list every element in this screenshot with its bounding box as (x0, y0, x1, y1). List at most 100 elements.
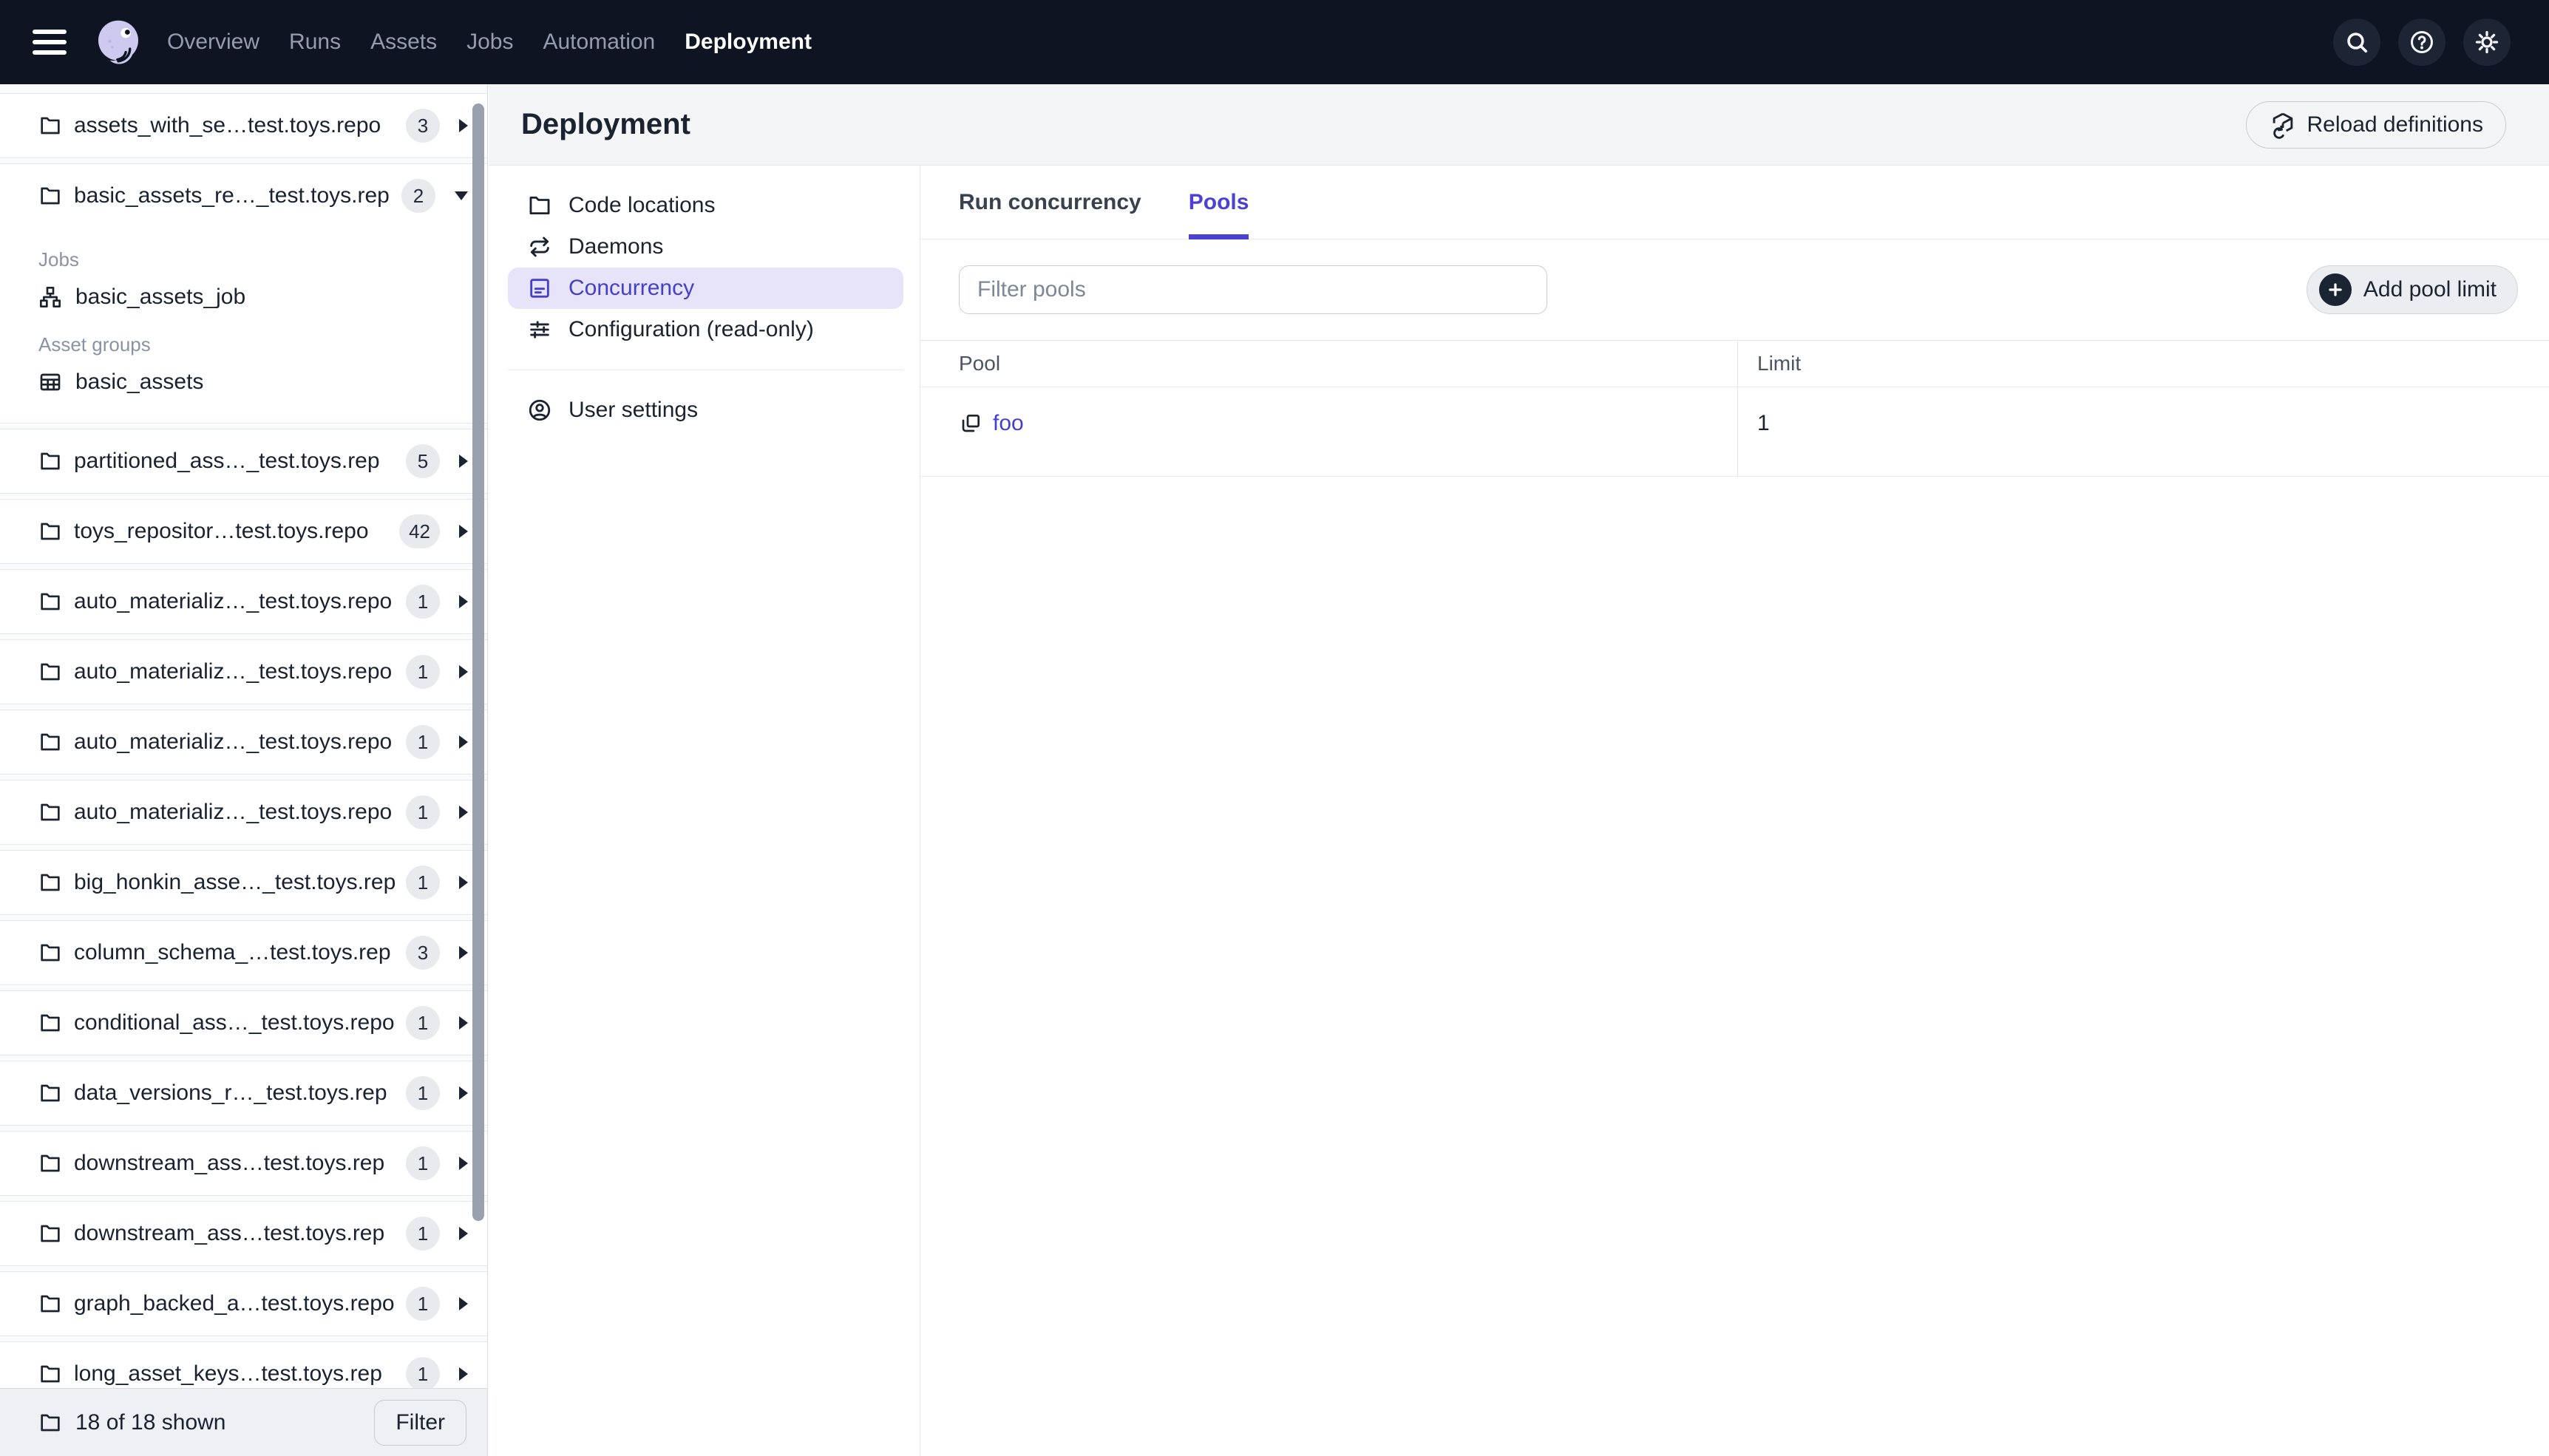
chevron-right-icon[interactable] (459, 1367, 468, 1381)
chevron-right-icon[interactable] (459, 1227, 468, 1240)
code-location-label: auto_materializ…_test.toys.repo (74, 729, 393, 754)
chevron-right-icon[interactable] (459, 525, 468, 538)
folder-icon (38, 1151, 62, 1175)
reload-definitions-button[interactable]: Reload definitions (2245, 101, 2506, 149)
daemons-icon (527, 234, 552, 259)
asset-groups-section-title: Asset groups (38, 333, 151, 356)
tab-run-concurrency[interactable]: Run concurrency (959, 166, 1141, 239)
shown-count-text: 18 of 18 shown (75, 1409, 226, 1435)
asset-count-badge: 5 (406, 444, 440, 478)
code-location-block: conditional_ass…_test.toys.repo 1 (0, 990, 487, 1055)
chevron-right-icon[interactable] (459, 806, 468, 819)
nav-overview[interactable]: Overview (167, 30, 259, 55)
folder-icon (38, 1362, 62, 1386)
code-location-label: downstream_ass…test.toys.rep (74, 1221, 385, 1245)
chevron-right-icon[interactable] (459, 1016, 468, 1030)
code-location-row[interactable]: toys_repositor…test.toys.repo 42 (0, 500, 487, 563)
nav-item-daemons[interactable]: Daemons (508, 226, 903, 268)
code-location-row[interactable]: downstream_ass…test.toys.rep 1 (0, 1202, 487, 1265)
folder-icon (38, 1411, 62, 1435)
nav-assets[interactable]: Assets (370, 30, 437, 55)
pool-link-foo[interactable]: foo (959, 411, 1024, 436)
nav-item-concurrency[interactable]: Concurrency (508, 268, 903, 309)
plus-icon (2318, 273, 2352, 306)
search-button[interactable] (2333, 18, 2380, 66)
asset-group-item[interactable]: basic_assets (38, 362, 466, 402)
chevron-right-icon[interactable] (459, 455, 468, 468)
dagster-logo-icon[interactable] (92, 16, 145, 69)
hamburger-menu-icon[interactable] (33, 30, 67, 55)
code-location-row[interactable]: auto_materializ…_test.toys.repo 1 (0, 710, 487, 774)
code-location-label: partitioned_ass…_test.toys.rep (74, 449, 380, 473)
nav-runs[interactable]: Runs (289, 30, 341, 55)
code-location-label: basic_assets_re…_test.toys.rep (74, 183, 390, 208)
asset-count-badge: 1 (406, 1357, 440, 1388)
chevron-right-icon[interactable] (459, 1297, 468, 1310)
nav-item-label: Configuration (read-only) (568, 317, 814, 341)
nav-item-configuration[interactable]: Configuration (read-only) (508, 309, 903, 350)
folder-icon (38, 660, 62, 684)
chevron-right-icon[interactable] (459, 876, 468, 889)
pool-limit-value: 1 (1737, 387, 2549, 477)
add-pool-limit-label: Add pool limit (2363, 277, 2497, 302)
help-button[interactable] (2398, 18, 2446, 66)
code-location-label: assets_with_se…test.toys.repo (74, 113, 381, 137)
job-icon (38, 285, 62, 309)
code-location-block: toys_repositor…test.toys.repo 42 (0, 499, 487, 564)
folder-icon (527, 193, 552, 218)
asset-count-badge: 1 (406, 1006, 440, 1040)
nav-jobs[interactable]: Jobs (466, 30, 513, 55)
asset-count-badge: 1 (406, 1076, 440, 1110)
jobs-section-title: Jobs (38, 248, 79, 271)
code-location-row[interactable]: column_schema_…test.toys.rep 3 (0, 921, 487, 984)
chevron-right-icon[interactable] (459, 665, 468, 678)
asset-count-badge: 1 (406, 1217, 440, 1251)
code-location-row[interactable]: auto_materializ…_test.toys.repo 1 (0, 780, 487, 844)
filter-pools-input[interactable] (959, 265, 1547, 314)
layers-icon (959, 412, 982, 435)
code-location-row[interactable]: auto_materializ…_test.toys.repo 1 (0, 570, 487, 633)
asset-count-badge: 1 (406, 865, 440, 899)
code-location-row[interactable]: downstream_ass…test.toys.rep 1 (0, 1132, 487, 1195)
nav-item-code-locations[interactable]: Code locations (508, 185, 903, 226)
code-location-block: long_asset_keys…test.toys.rep 1 (0, 1341, 487, 1388)
job-item[interactable]: basic_assets_job (38, 277, 466, 317)
chevron-right-icon[interactable] (459, 946, 468, 959)
asset-count-badge: 1 (406, 585, 440, 619)
code-location-row[interactable]: data_versions_r…_test.toys.rep 1 (0, 1061, 487, 1125)
code-location-row[interactable]: conditional_ass…_test.toys.repo 1 (0, 991, 487, 1055)
code-location-row[interactable]: big_honkin_asse…_test.toys.rep 1 (0, 851, 487, 914)
asset-count-badge: 1 (406, 795, 440, 829)
chevron-right-icon[interactable] (459, 595, 468, 608)
nav-item-user-settings[interactable]: User settings (508, 389, 903, 431)
code-location-row[interactable]: graph_backed_a…test.toys.repo 1 (0, 1272, 487, 1336)
asset-count-badge: 1 (406, 725, 440, 759)
deployment-nav: Code locations Daemons Concurrency Confi… (489, 166, 920, 1456)
tab-pools[interactable]: Pools (1188, 166, 1249, 239)
chevron-down-icon[interactable] (455, 191, 468, 200)
chevron-right-icon[interactable] (459, 735, 468, 749)
code-location-row[interactable]: long_asset_keys…test.toys.rep 1 (0, 1342, 487, 1388)
settings-button[interactable] (2463, 18, 2511, 66)
code-location-row[interactable]: auto_materializ…_test.toys.repo 1 (0, 640, 487, 704)
nav-deployment[interactable]: Deployment (685, 30, 812, 55)
concurrency-tabs: Run concurrency Pools (920, 166, 2549, 239)
asset-count-badge: 1 (406, 655, 440, 689)
filter-button[interactable]: Filter (374, 1399, 466, 1446)
chevron-right-icon[interactable] (459, 119, 468, 132)
nav-automation[interactable]: Automation (543, 30, 655, 55)
chevron-right-icon[interactable] (459, 1157, 468, 1170)
code-location-block: data_versions_r…_test.toys.rep 1 (0, 1061, 487, 1126)
chevron-right-icon[interactable] (459, 1086, 468, 1100)
add-pool-limit-button[interactable]: Add pool limit (2306, 265, 2518, 314)
main-area: Deployment Reload definitions Code locat… (489, 84, 2549, 1456)
sidebar-scrollbar[interactable] (472, 103, 484, 1221)
user-icon (527, 398, 552, 423)
folder-icon (38, 1222, 62, 1245)
code-location-row[interactable]: basic_assets_re…_test.toys.rep 2 (0, 164, 487, 228)
asset-count-badge: 2 (401, 179, 435, 213)
code-location-row[interactable]: assets_with_se…test.toys.repo 3 (0, 94, 487, 157)
code-location-row[interactable]: partitioned_ass…_test.toys.rep 5 (0, 429, 487, 493)
folder-icon (38, 941, 62, 965)
code-location-block: column_schema_…test.toys.rep 3 (0, 920, 487, 985)
